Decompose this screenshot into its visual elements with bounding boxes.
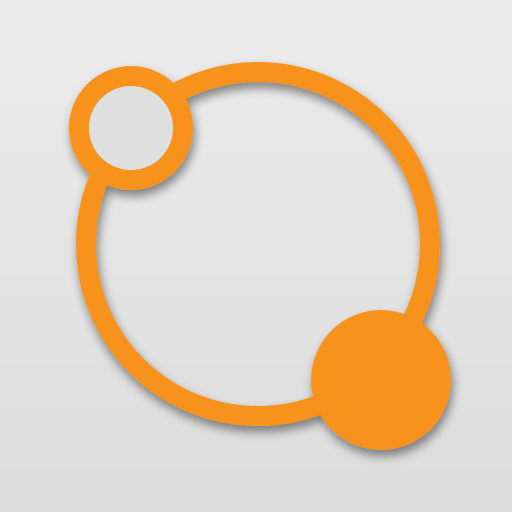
small-ring (69, 66, 193, 190)
orbit-logo-icon (0, 0, 512, 512)
solid-dot (311, 310, 451, 450)
